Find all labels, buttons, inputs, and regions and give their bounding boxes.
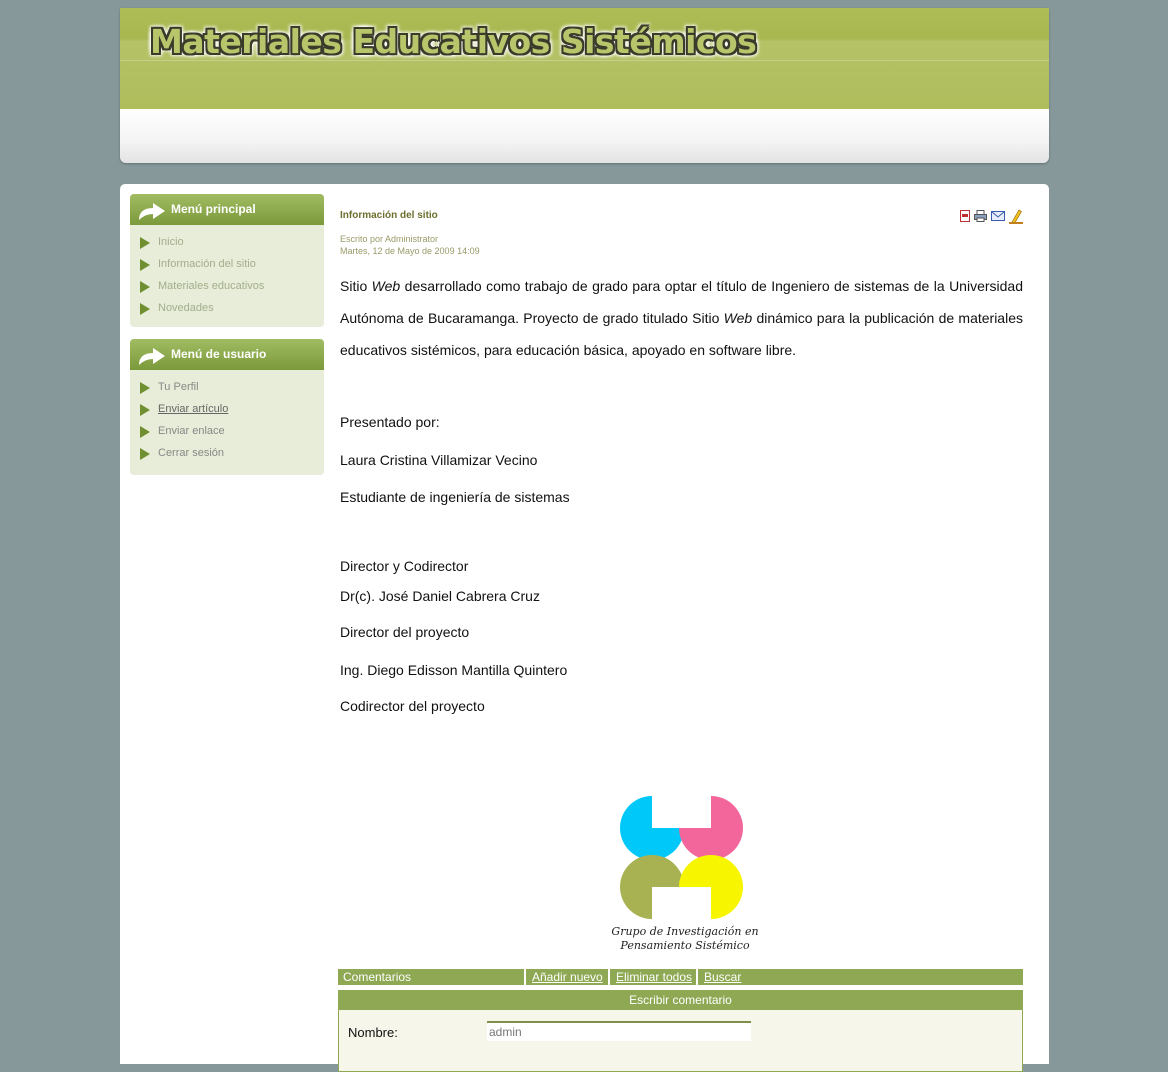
menu-item-perfil[interactable]: Tu Perfil: [130, 378, 324, 400]
director-role: Director del proyecto: [340, 624, 470, 640]
director-name: Dr(c). José Daniel Cabrera Cruz: [340, 588, 540, 604]
article-date: Martes, 12 de Mayo de 2009 14:09: [340, 246, 480, 256]
menu-item-label[interactable]: Materiales educativos: [158, 280, 264, 292]
curved-arrow-icon: [139, 203, 165, 220]
bullet-arrow-icon: [140, 259, 150, 271]
codirector-name: Ing. Diego Edisson Mantilla Quintero: [340, 662, 568, 678]
article-tools: [960, 208, 1023, 224]
menu-item-label[interactable]: Tu Perfil: [158, 381, 199, 393]
menu-item-label[interactable]: Novedades: [158, 302, 214, 314]
logo-caption-2: Pensamiento Sistémico: [620, 939, 750, 952]
bullet-arrow-icon: [140, 448, 150, 460]
menu-item-label[interactable]: Información del sitio: [158, 258, 256, 270]
site-title[interactable]: Materiales Educativos Sistémicos: [150, 22, 757, 61]
menu-item-enviar-articulo[interactable]: Enviar artículo: [130, 400, 324, 422]
main-content: Menú principal Inicio Información del si…: [120, 184, 1049, 1072]
directors-heading: Director y Codirector: [340, 558, 469, 574]
menu-item-inicio[interactable]: Inicio: [130, 233, 324, 255]
logo-caption-1: Grupo de Investigación en: [611, 925, 759, 938]
menu-item-cerrar-sesion[interactable]: Cerrar sesión: [130, 444, 324, 466]
search-comments-link[interactable]: Buscar: [704, 970, 741, 984]
user-menu-title: Menú de usuario: [171, 347, 267, 361]
delete-all-link[interactable]: Eliminar todos: [616, 970, 692, 984]
intro-emphasis: Web: [723, 310, 753, 326]
divider: [608, 969, 610, 985]
user-menu: Menú de usuario Tu Perfil Enviar artícul…: [130, 339, 324, 475]
bullet-arrow-icon: [140, 404, 150, 416]
comment-form-title: Escribir comentario: [339, 991, 1022, 1010]
divider: [524, 969, 526, 985]
article-title: Información del sitio: [340, 210, 438, 221]
divider: [696, 969, 698, 985]
student-role: Estudiante de ingeniería de sistemas: [340, 489, 570, 505]
header-banner: Materiales Educativos Sistémicos: [120, 8, 1049, 109]
comments-label: Comentarios: [343, 970, 412, 984]
article-intro: Sitio Web desarrollado como trabajo de g…: [340, 270, 1023, 366]
main-menu: Menú principal Inicio Información del si…: [130, 194, 324, 327]
pdf-icon[interactable]: [960, 210, 970, 222]
menu-item-enviar-enlace[interactable]: Enviar enlace: [130, 422, 324, 444]
name-label: Nombre:: [348, 1025, 398, 1040]
site-header: Materiales Educativos Sistémicos: [120, 8, 1049, 163]
menu-item-label[interactable]: Cerrar sesión: [158, 447, 224, 459]
bullet-arrow-icon: [140, 382, 150, 394]
bullet-arrow-icon: [140, 426, 150, 438]
comment-form: Escribir comentario Nombre:: [338, 990, 1023, 1072]
bullet-arrow-icon: [140, 303, 150, 315]
logo-graphic: [620, 796, 743, 919]
menu-item-informacion[interactable]: Información del sitio: [130, 255, 324, 277]
main-menu-header: Menú principal: [130, 194, 324, 225]
bullet-arrow-icon: [140, 281, 150, 293]
header-strip: [120, 109, 1049, 163]
name-field[interactable]: [487, 1021, 751, 1041]
main-menu-title: Menú principal: [171, 202, 256, 216]
intro-text: Sitio: [340, 278, 372, 294]
codirector-role: Codirector del proyecto: [340, 698, 485, 714]
print-icon[interactable]: [974, 210, 987, 222]
edit-icon[interactable]: [1009, 208, 1023, 224]
comments-bar: Comentarios Añadir nuevo Eliminar todos …: [338, 969, 1023, 985]
email-icon[interactable]: [991, 211, 1005, 221]
add-comment-link[interactable]: Añadir nuevo: [532, 970, 603, 984]
menu-item-label[interactable]: Enviar enlace: [158, 425, 225, 437]
menu-item-label[interactable]: Inicio: [158, 236, 184, 248]
curved-arrow-icon: [139, 348, 165, 365]
menu-item-label[interactable]: Enviar artículo: [158, 403, 228, 415]
research-group-logo: Grupo de Investigación en Pensamiento Si…: [582, 794, 782, 964]
user-menu-header: Menú de usuario: [130, 339, 324, 370]
intro-emphasis: Web: [371, 278, 401, 294]
article-author: Escrito por Administrator: [340, 234, 439, 244]
menu-item-novedades[interactable]: Novedades: [130, 299, 324, 321]
menu-item-materiales[interactable]: Materiales educativos: [130, 277, 324, 299]
bullet-arrow-icon: [140, 237, 150, 249]
student-name: Laura Cristina Villamizar Vecino: [340, 452, 538, 468]
presented-by: Presentado por:: [340, 414, 440, 430]
